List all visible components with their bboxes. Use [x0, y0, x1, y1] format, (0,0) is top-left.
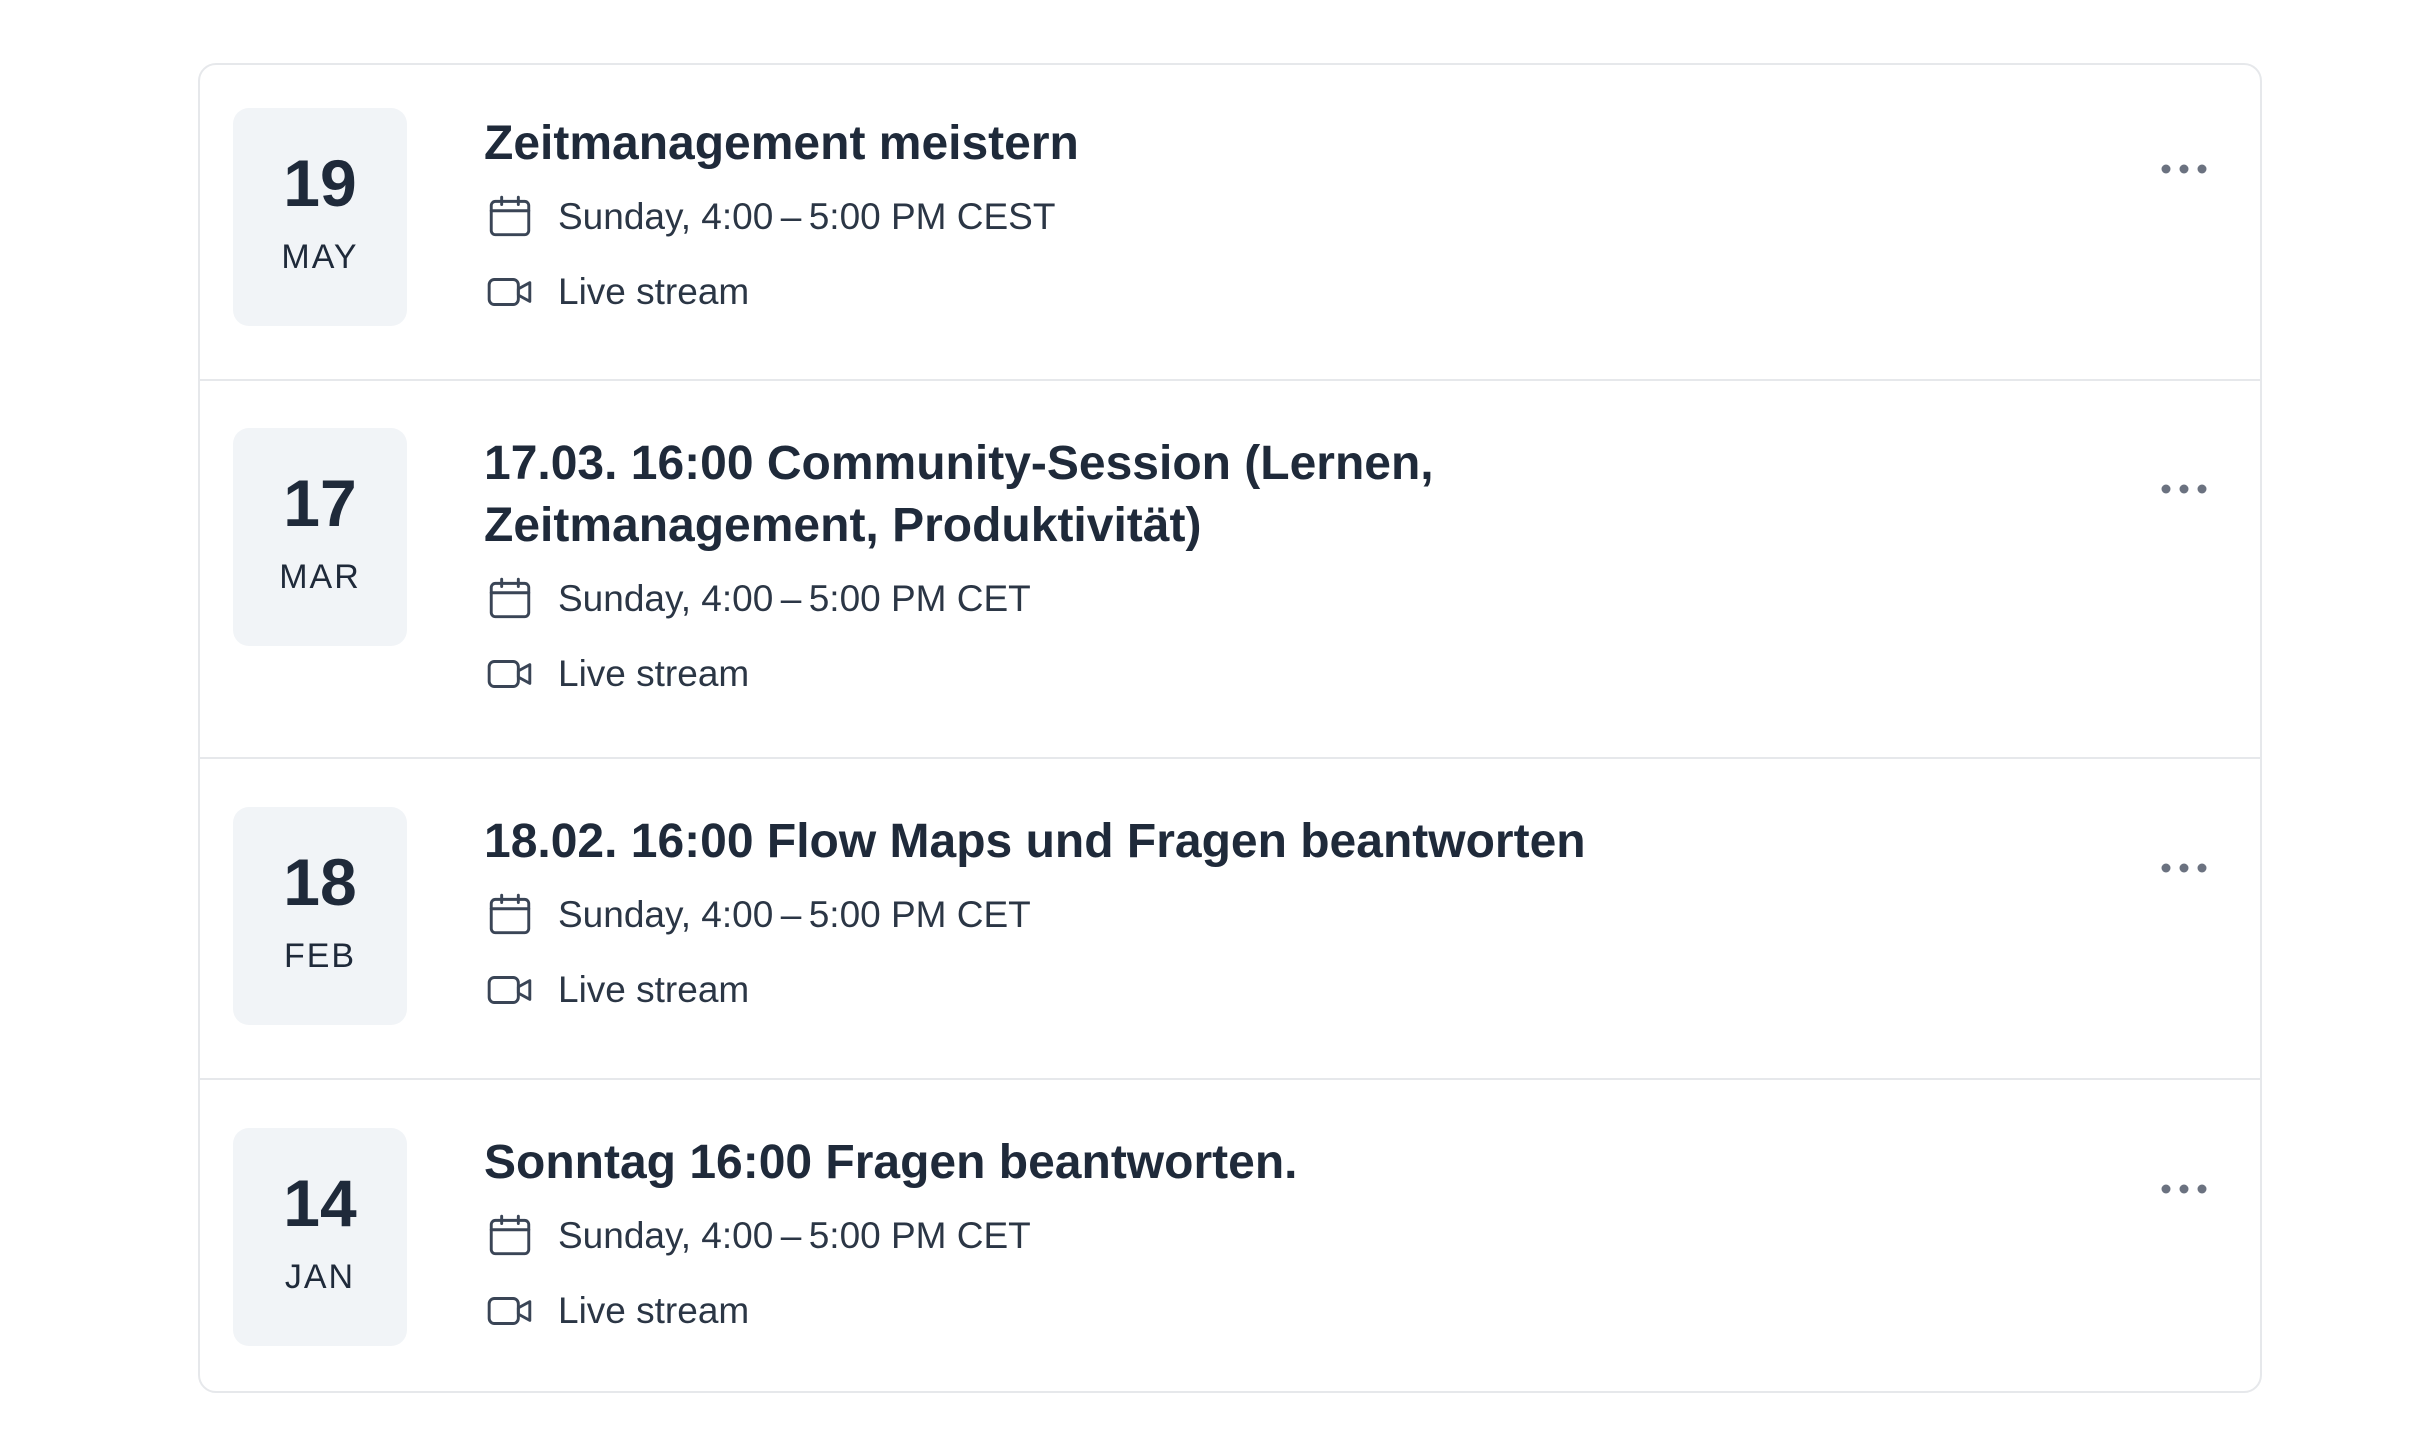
event-time: Sunday, 4:00 – 5:00 PM CEST [484, 179, 2100, 254]
more-options-icon [2161, 1184, 2207, 1194]
event-time-text: Sunday, 4:00 – 5:00 PM CEST [558, 195, 1056, 237]
event-time: Sunday, 4:00 – 5:00 PM CET [484, 1198, 2100, 1273]
more-options-button[interactable] [2150, 848, 2218, 888]
event-location: Live stream [484, 952, 2100, 1027]
event-location: Live stream [484, 1273, 2100, 1348]
event-details: 18.02. 16:00 Flow Maps und Fragen beantw… [484, 811, 2100, 1027]
date-badge: 18 FEB [233, 807, 407, 1025]
video-camera-icon [484, 648, 536, 700]
date-badge: 14 JAN [233, 1128, 407, 1346]
event-list: 19 MAY Zeitmanagement meistern Sunday, 4… [198, 63, 2262, 1393]
event-row[interactable]: 19 MAY Zeitmanagement meistern Sunday, 4… [200, 65, 2260, 381]
date-day: 19 [283, 146, 357, 220]
event-time-text: Sunday, 4:00 – 5:00 PM CET [558, 577, 1031, 619]
calendar-icon [484, 889, 536, 941]
event-location-text: Live stream [558, 1289, 750, 1331]
event-location-text: Live stream [558, 652, 750, 694]
event-details: Sonntag 16:00 Fragen beantworten. Sunday… [484, 1132, 2100, 1348]
date-month: FEB [283, 937, 357, 975]
event-time-text: Sunday, 4:00 – 5:00 PM CET [558, 893, 1031, 935]
video-camera-icon [484, 964, 536, 1016]
date-month: MAR [279, 558, 361, 596]
event-location-text: Live stream [558, 270, 750, 312]
more-options-icon [2161, 863, 2207, 873]
event-title[interactable]: Zeitmanagement meistern [484, 113, 2100, 175]
date-month: JAN [284, 1258, 356, 1296]
date-month: MAY [281, 238, 359, 276]
event-title[interactable]: Sonntag 16:00 Fragen beantworten. [484, 1132, 2100, 1194]
event-time-text: Sunday, 4:00 – 5:00 PM CET [558, 1214, 1031, 1256]
date-day: 18 [283, 845, 357, 919]
event-title[interactable]: 18.02. 16:00 Flow Maps und Fragen beantw… [484, 811, 2100, 873]
more-options-icon [2161, 484, 2207, 494]
event-location: Live stream [484, 254, 2100, 329]
date-day: 17 [283, 466, 357, 540]
event-location-text: Live stream [558, 968, 750, 1010]
event-title-line: 17.03. 16:00 Community-Session (Lernen, [484, 437, 1434, 490]
event-title[interactable]: 17.03. 16:00 Community-Session (Lernen, … [484, 433, 2100, 557]
event-row[interactable]: 18 FEB 18.02. 16:00 Flow Maps und Fragen… [200, 759, 2260, 1080]
event-time: Sunday, 4:00 – 5:00 PM CET [484, 877, 2100, 952]
date-badge: 17 MAR [233, 428, 407, 646]
event-location: Live stream [484, 636, 2100, 711]
date-day: 14 [283, 1166, 357, 1240]
video-camera-icon [484, 266, 536, 318]
more-options-button[interactable] [2150, 1169, 2218, 1209]
event-title-line: Zeitmanagement, Produktivität) [484, 499, 1202, 552]
more-options-icon [2161, 164, 2207, 174]
event-row[interactable]: 14 JAN Sonntag 16:00 Fragen beantworten.… [200, 1080, 2260, 1393]
video-camera-icon [484, 1285, 536, 1337]
event-details: Zeitmanagement meistern Sunday, 4:00 – 5… [484, 113, 2100, 329]
calendar-icon [484, 1210, 536, 1262]
event-details: 17.03. 16:00 Community-Session (Lernen, … [484, 433, 2100, 711]
more-options-button[interactable] [2150, 149, 2218, 189]
calendar-icon [484, 573, 536, 625]
event-time: Sunday, 4:00 – 5:00 PM CET [484, 561, 2100, 636]
event-row[interactable]: 17 MAR 17.03. 16:00 Community-Session (L… [200, 381, 2260, 759]
more-options-button[interactable] [2150, 469, 2218, 509]
date-badge: 19 MAY [233, 108, 407, 326]
calendar-icon [484, 191, 536, 243]
